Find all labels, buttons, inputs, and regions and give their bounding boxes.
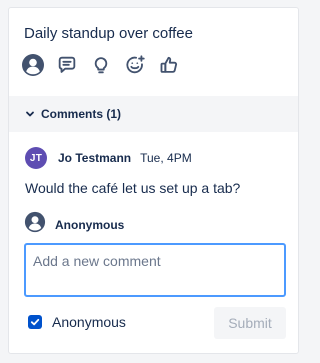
comment-body: Would the café let us set up a tab?: [25, 180, 241, 196]
new-comment-input[interactable]: [24, 243, 286, 297]
submit-button[interactable]: Submit: [214, 307, 286, 339]
comment-author: Jo Testmann: [58, 151, 132, 165]
comment-header: JT Jo Testmann Tue, 4PM: [25, 147, 285, 169]
anonymous-avatar-icon: [24, 211, 46, 238]
comments-header-label: Comments (1): [41, 107, 122, 121]
anonymous-checkbox[interactable]: Anonymous: [28, 314, 126, 330]
checkbox-checked-icon[interactable]: [28, 315, 42, 329]
anonymous-checkbox-label: Anonymous: [52, 314, 126, 330]
comment-item: JT Jo Testmann Tue, 4PM Would the café l…: [25, 147, 285, 196]
new-comment-author-name: Anonymous: [55, 217, 125, 232]
reaction-bar: [21, 53, 191, 77]
user-avatar-icon[interactable]: [21, 53, 45, 77]
standup-card: Daily standup over coffee Comments (1) J…: [8, 7, 299, 354]
comments-toggle[interactable]: Comments (1): [9, 96, 298, 132]
comment-icon[interactable]: [55, 53, 79, 77]
chevron-down-icon: [25, 109, 35, 119]
card-title: Daily standup over coffee: [24, 25, 193, 42]
comment-timestamp: Tue, 4PM: [140, 151, 192, 165]
new-comment-author: Anonymous: [24, 211, 124, 238]
avatar: JT: [25, 147, 47, 169]
thumbs-up-icon[interactable]: [157, 53, 181, 77]
add-reaction-icon[interactable]: [123, 53, 147, 77]
lightbulb-icon[interactable]: [89, 53, 113, 77]
